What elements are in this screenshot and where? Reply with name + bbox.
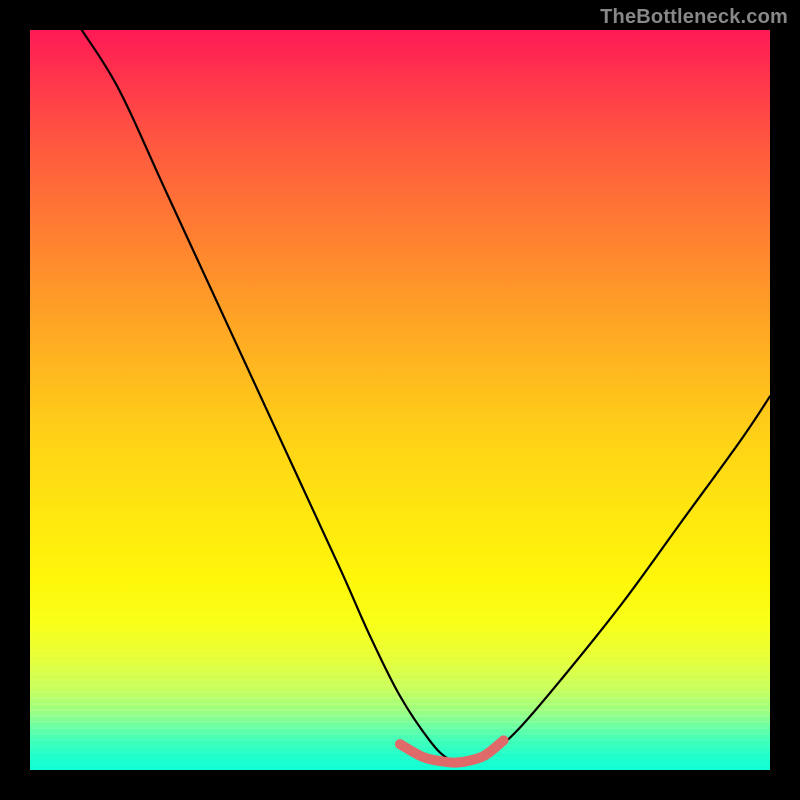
- plot-area: [30, 30, 770, 770]
- curve-svg: [30, 30, 770, 770]
- chart-frame: TheBottleneck.com: [0, 0, 800, 800]
- highlight-segment: [400, 740, 504, 762]
- watermark-text: TheBottleneck.com: [600, 6, 788, 29]
- main-curve: [82, 30, 770, 763]
